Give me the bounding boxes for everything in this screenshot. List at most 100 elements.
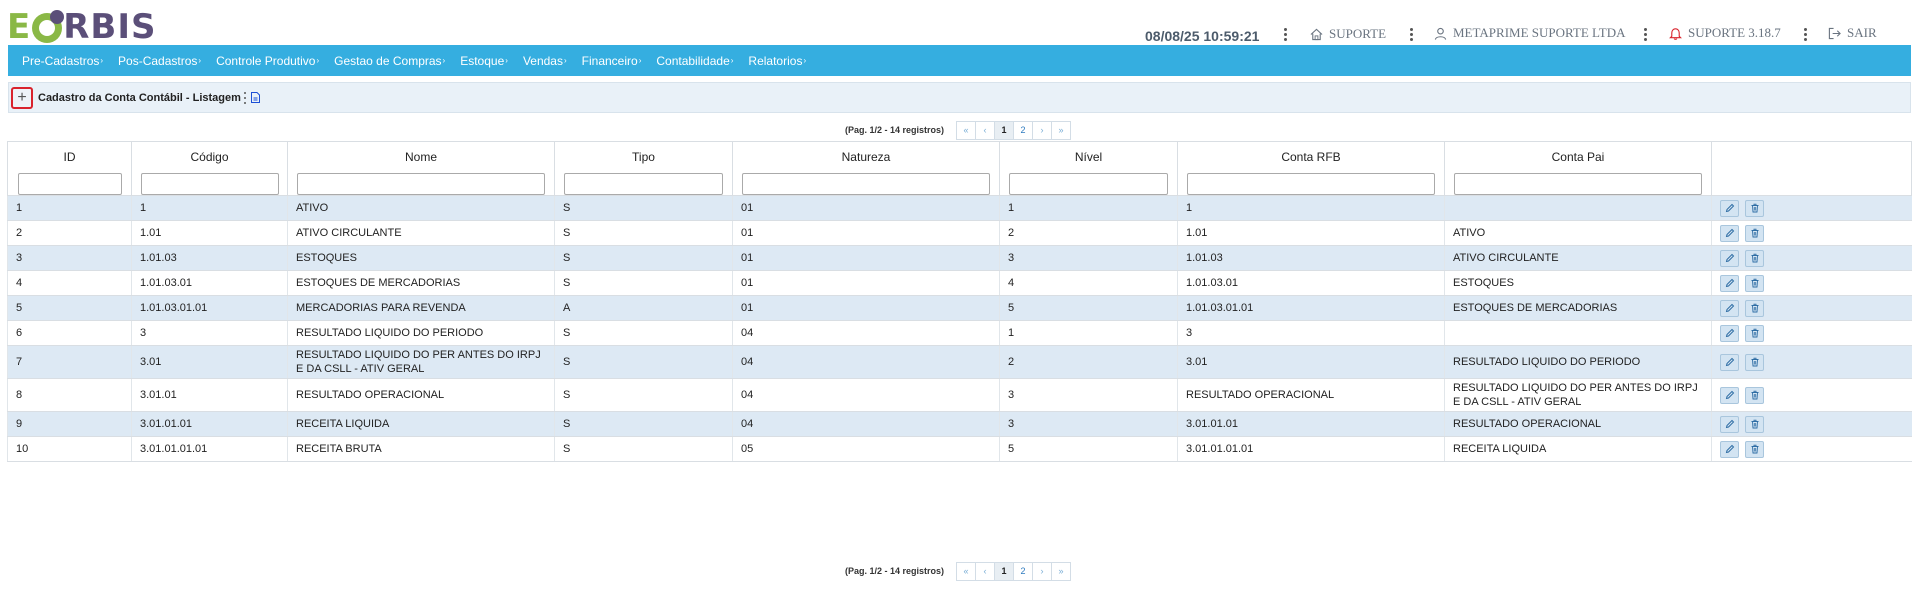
column-header-conta-pai[interactable]: Conta Pai <box>1444 141 1712 196</box>
nav-item-label: Pre-Cadastros <box>22 53 100 68</box>
page-button-1[interactable]: 1 <box>994 120 1015 140</box>
page-kebab-icon[interactable] <box>243 91 247 104</box>
logout-button[interactable]: SAIR <box>1828 25 1877 41</box>
column-header-tipo[interactable]: Tipo <box>554 141 733 196</box>
edit-button[interactable] <box>1720 274 1739 292</box>
page-button-1[interactable]: 1 <box>994 561 1015 581</box>
row-actions <box>1711 320 1912 346</box>
chevron-right-icon: › <box>730 56 734 65</box>
edit-button[interactable] <box>1720 199 1739 217</box>
delete-button[interactable] <box>1745 274 1764 292</box>
delete-button[interactable] <box>1745 324 1764 342</box>
nav-item-label: Relatorios <box>748 53 803 68</box>
nav-item-label: Vendas <box>522 53 563 68</box>
table-cell: 3.01 <box>1177 345 1445 379</box>
table-row[interactable]: 2 1.01 ATIVO CIRCULANTE S 01 2 1.01 ATIVO <box>7 220 1912 246</box>
table-row[interactable]: 5 1.01.03.01.01 MERCADORIAS PARA REVENDA A 0… <box>7 295 1912 321</box>
column-header-codigo[interactable]: Código <box>131 141 288 196</box>
edit-button[interactable] <box>1720 224 1739 242</box>
logo[interactable]: E RBIS <box>7 7 156 47</box>
page-button-2[interactable]: 2 <box>1013 561 1034 581</box>
first-page-button[interactable]: « <box>956 561 977 581</box>
header-kebab-icon[interactable] <box>1804 27 1808 43</box>
delete-button[interactable] <box>1745 299 1764 317</box>
table-cell: 4 <box>999 270 1178 296</box>
nav-item-estoque[interactable]: Estoque › <box>460 54 508 68</box>
delete-button[interactable] <box>1745 386 1764 404</box>
table-cell: 1 <box>7 195 132 221</box>
delete-button[interactable] <box>1745 249 1764 267</box>
logout-label: SAIR <box>1847 25 1877 40</box>
next-page-button[interactable]: › <box>1032 561 1053 581</box>
prev-page-button[interactable]: ‹ <box>975 120 996 140</box>
table-row[interactable]: 4 1.01.03.01 ESTOQUES DE MERCADORIAS S 01 4 1.… <box>7 270 1912 296</box>
table-row[interactable]: 6 3 RESULTADO LIQUIDO DO PERIODO S 04 1 3 <box>7 320 1912 346</box>
edit-button[interactable] <box>1720 324 1739 342</box>
add-button[interactable]: + <box>11 86 33 109</box>
edit-button[interactable] <box>1720 440 1739 458</box>
page-button-2[interactable]: 2 <box>1013 120 1034 140</box>
nav-item-contabilidade[interactable]: Contabilidade › <box>656 54 733 68</box>
table-cell: 7 <box>7 345 132 379</box>
chevron-right-icon: › <box>442 56 446 65</box>
filter-nivel-input[interactable] <box>1009 173 1168 195</box>
header-kebab-icon[interactable] <box>1410 27 1414 43</box>
filter-tipo-input[interactable] <box>564 173 723 195</box>
nav-item-controle-produtivo[interactable]: Controle Produtivo › <box>216 54 319 68</box>
edit-button[interactable] <box>1720 353 1739 371</box>
pdf-export-icon[interactable] <box>250 92 260 103</box>
table-row[interactable]: 3 1.01.03 ESTOQUES S 01 3 1.01.03 ATIVO CIRCULA… <box>7 245 1912 271</box>
header-item-version[interactable]: SUPORTE 3.18.7 <box>1669 25 1781 41</box>
nav-item-pre-cadastros[interactable]: Pre-Cadastros › <box>22 54 103 68</box>
table-cell: 01 <box>732 245 1000 271</box>
first-page-button[interactable]: « <box>956 120 977 140</box>
table-row[interactable]: 8 3.01.01 RESULTADO OPERACIONAL S 04 3 RESULTA… <box>7 378 1912 412</box>
edit-button[interactable] <box>1720 415 1739 433</box>
nav-item-financeiro[interactable]: Financeiro › <box>582 54 642 68</box>
column-header-nome[interactable]: Nome <box>287 141 555 196</box>
delete-button[interactable] <box>1745 415 1764 433</box>
table-cell: S <box>554 345 733 379</box>
header-item-suporte[interactable]: SUPORTE <box>1310 26 1386 42</box>
table-row[interactable]: 10 3.01.01.01.01 RECEITA BRUTA S 05 5 3.01.01.… <box>7 436 1912 462</box>
table-cell: RESULTADO LIQUIDO DO PER ANTES DO IRPJ E… <box>1444 378 1712 412</box>
prev-page-button[interactable]: ‹ <box>975 561 996 581</box>
delete-button[interactable] <box>1745 353 1764 371</box>
table-row[interactable]: 1 1 ATIVO S 01 1 1 <box>7 195 1912 221</box>
header-kebab-icon[interactable] <box>1284 27 1288 43</box>
delete-button[interactable] <box>1745 199 1764 217</box>
delete-button[interactable] <box>1745 224 1764 242</box>
column-header-nivel[interactable]: Nível <box>999 141 1178 196</box>
next-page-button[interactable]: › <box>1032 120 1053 140</box>
trash-icon <box>1751 357 1758 367</box>
header-kebab-icon[interactable] <box>1644 27 1648 43</box>
filter-id-input[interactable] <box>17 173 122 195</box>
delete-button[interactable] <box>1745 440 1764 458</box>
table-cell: 5 <box>7 295 132 321</box>
last-page-button[interactable]: » <box>1051 561 1072 581</box>
table-cell: 04 <box>732 320 1000 346</box>
edit-button[interactable] <box>1720 299 1739 317</box>
table-cell: 3 <box>999 245 1178 271</box>
table-row[interactable]: 7 3.01 RESULTADO LIQUIDO DO PER ANTES DO I… <box>7 345 1912 379</box>
trash-icon <box>1751 303 1758 313</box>
filter-conta-rfb-input[interactable] <box>1187 173 1435 195</box>
table-cell: 1.01.03 <box>1177 245 1445 271</box>
filter-natureza-input[interactable] <box>742 173 990 195</box>
column-header-natureza[interactable]: Natureza <box>732 141 1000 196</box>
nav-item-gestao-de-compras[interactable]: Gestao de Compras › <box>334 54 445 68</box>
filter-nome-input[interactable] <box>297 173 545 195</box>
last-page-button[interactable]: » <box>1051 120 1072 140</box>
nav-item-vendas[interactable]: Vendas › <box>523 54 567 68</box>
column-header-conta-rfb[interactable]: Conta RFB <box>1177 141 1445 196</box>
edit-button[interactable] <box>1720 249 1739 267</box>
header-item-company[interactable]: METAPRIME SUPORTE LTDA <box>1434 25 1626 41</box>
edit-button[interactable] <box>1720 386 1739 404</box>
trash-icon <box>1751 444 1758 454</box>
nav-item-pos-cadastros[interactable]: Pos-Cadastros › <box>118 54 201 68</box>
table-row[interactable]: 9 3.01.01.01 RECEITA LIQUIDA S 04 3 3.01.01.01… <box>7 411 1912 437</box>
column-header-id[interactable]: ID <box>7 141 132 196</box>
nav-item-relatorios[interactable]: Relatorios › <box>748 54 806 68</box>
filter-codigo-input[interactable] <box>140 173 279 195</box>
filter-conta-pai-input[interactable] <box>1454 173 1702 195</box>
